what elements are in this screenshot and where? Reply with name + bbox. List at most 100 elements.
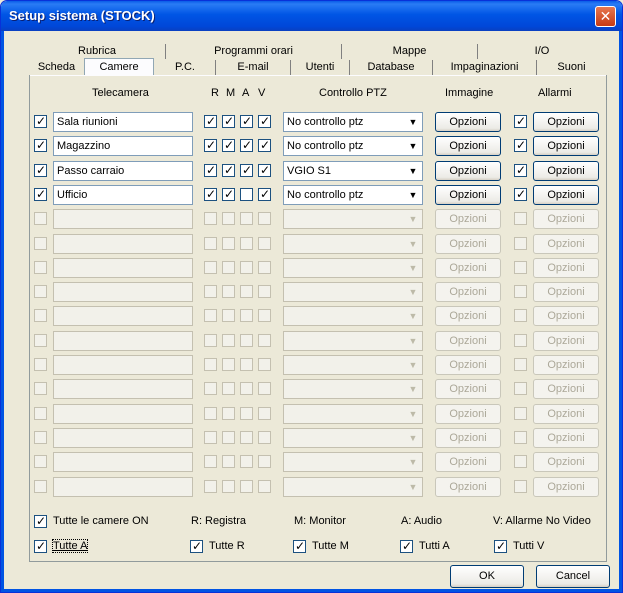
- tab-impaginazioni[interactable]: Impaginazioni: [433, 59, 536, 76]
- camera-m-checkbox[interactable]: [222, 261, 235, 274]
- tab-email[interactable]: E-mail: [216, 59, 290, 76]
- camera-name-input[interactable]: Ufficio: [53, 185, 193, 205]
- camera-name-input[interactable]: [53, 404, 193, 424]
- camera-enable-checkbox[interactable]: ✓: [34, 163, 47, 177]
- camera-enable-checkbox[interactable]: [34, 261, 47, 274]
- image-options-button[interactable]: Opzioni: [435, 355, 501, 375]
- camera-a-checkbox[interactable]: [240, 455, 253, 468]
- image-options-button[interactable]: Opzioni: [435, 258, 501, 278]
- camera-v-checkbox[interactable]: [258, 212, 271, 225]
- camera-v-checkbox[interactable]: [258, 309, 271, 322]
- camera-a-checkbox[interactable]: [240, 285, 253, 298]
- camera-enable-checkbox[interactable]: ✓: [34, 114, 47, 128]
- ptz-select[interactable]: No controllo ptz ▼: [283, 185, 423, 205]
- camera-r-checkbox[interactable]: [204, 455, 217, 468]
- close-icon[interactable]: ✕: [595, 6, 616, 27]
- alarm-checkbox[interactable]: ✓: [514, 138, 527, 152]
- image-options-button[interactable]: Opzioni: [435, 379, 501, 399]
- all-a-checkbox[interactable]: ✓: [34, 539, 47, 553]
- image-options-button[interactable]: Opzioni: [435, 282, 501, 302]
- camera-a-checkbox[interactable]: [240, 358, 253, 371]
- alarm-options-button[interactable]: Opzioni: [533, 379, 599, 399]
- camera-name-input[interactable]: [53, 452, 193, 472]
- camera-name-input[interactable]: [53, 258, 193, 278]
- camera-a-checkbox[interactable]: [240, 309, 253, 322]
- alarm-checkbox[interactable]: [514, 480, 527, 493]
- camera-m-checkbox[interactable]: [222, 237, 235, 250]
- alarm-options-button[interactable]: Opzioni: [533, 161, 599, 181]
- camera-v-checkbox[interactable]: ✓: [258, 163, 271, 177]
- camera-r-checkbox[interactable]: ✓: [204, 138, 217, 152]
- ptz-select[interactable]: ▼: [283, 331, 423, 351]
- alarm-checkbox[interactable]: [514, 261, 527, 274]
- tab-pc[interactable]: P.C.: [155, 59, 215, 76]
- camera-name-input[interactable]: Passo carraio: [53, 161, 193, 181]
- image-options-button[interactable]: Opzioni: [435, 428, 501, 448]
- camera-r-checkbox[interactable]: [204, 285, 217, 298]
- alarm-options-button[interactable]: Opzioni: [533, 452, 599, 472]
- camera-name-input[interactable]: [53, 428, 193, 448]
- camera-name-input[interactable]: [53, 355, 193, 375]
- camera-v-checkbox[interactable]: [258, 480, 271, 493]
- alarm-checkbox[interactable]: [514, 212, 527, 225]
- camera-r-checkbox[interactable]: ✓: [204, 114, 217, 128]
- image-options-button[interactable]: Opzioni: [435, 185, 501, 205]
- all-m-checkbox[interactable]: ✓: [293, 539, 306, 553]
- ptz-select[interactable]: ▼: [283, 234, 423, 254]
- alarm-checkbox[interactable]: ✓: [514, 114, 527, 128]
- image-options-button[interactable]: Opzioni: [435, 404, 501, 424]
- image-options-button[interactable]: Opzioni: [435, 209, 501, 229]
- alarm-checkbox[interactable]: [514, 431, 527, 444]
- image-options-button[interactable]: Opzioni: [435, 477, 501, 497]
- ptz-select[interactable]: ▼: [283, 282, 423, 302]
- camera-enable-checkbox[interactable]: [34, 334, 47, 347]
- ok-button[interactable]: OK: [450, 565, 524, 588]
- alarm-options-button[interactable]: Opzioni: [533, 185, 599, 205]
- tab-utenti[interactable]: Utenti: [291, 59, 349, 76]
- alarm-checkbox[interactable]: [514, 455, 527, 468]
- alarm-options-button[interactable]: Opzioni: [533, 282, 599, 302]
- title-bar[interactable]: Setup sistema (STOCK) ✕: [1, 1, 622, 31]
- camera-r-checkbox[interactable]: [204, 382, 217, 395]
- image-options-button[interactable]: Opzioni: [435, 234, 501, 254]
- ptz-select[interactable]: No controllo ptz ▼: [283, 112, 423, 132]
- alarm-options-button[interactable]: Opzioni: [533, 112, 599, 132]
- camera-m-checkbox[interactable]: [222, 455, 235, 468]
- camera-enable-checkbox[interactable]: ✓: [34, 138, 47, 152]
- alarm-options-button[interactable]: Opzioni: [533, 355, 599, 375]
- camera-enable-checkbox[interactable]: [34, 431, 47, 444]
- all-cameras-on-checkbox[interactable]: ✓: [34, 514, 47, 528]
- camera-a-checkbox[interactable]: [240, 334, 253, 347]
- camera-m-checkbox[interactable]: [222, 358, 235, 371]
- image-options-button[interactable]: Opzioni: [435, 452, 501, 472]
- ptz-select[interactable]: VGIO S1 ▼: [283, 161, 423, 181]
- camera-a-checkbox[interactable]: [240, 382, 253, 395]
- alarm-checkbox[interactable]: [514, 407, 527, 420]
- ptz-select[interactable]: No controllo ptz ▼: [283, 136, 423, 156]
- ptz-select[interactable]: ▼: [283, 258, 423, 278]
- all-r-checkbox[interactable]: ✓: [190, 539, 203, 553]
- camera-name-input[interactable]: [53, 331, 193, 351]
- tab-scheda[interactable]: Scheda: [29, 59, 84, 76]
- camera-m-checkbox[interactable]: [222, 334, 235, 347]
- camera-enable-checkbox[interactable]: [34, 237, 47, 250]
- camera-name-input[interactable]: [53, 209, 193, 229]
- camera-r-checkbox[interactable]: ✓: [204, 187, 217, 201]
- camera-m-checkbox[interactable]: [222, 480, 235, 493]
- camera-name-input[interactable]: Sala riunioni: [53, 112, 193, 132]
- camera-v-checkbox[interactable]: [258, 334, 271, 347]
- alarm-checkbox[interactable]: [514, 285, 527, 298]
- camera-r-checkbox[interactable]: [204, 212, 217, 225]
- alarm-checkbox[interactable]: [514, 334, 527, 347]
- cancel-button[interactable]: Cancel: [536, 565, 610, 588]
- camera-v-checkbox[interactable]: [258, 358, 271, 371]
- camera-name-input[interactable]: [53, 306, 193, 326]
- camera-r-checkbox[interactable]: [204, 309, 217, 322]
- camera-name-input[interactable]: Magazzino: [53, 136, 193, 156]
- alarm-checkbox[interactable]: [514, 237, 527, 250]
- ptz-select[interactable]: ▼: [283, 452, 423, 472]
- alarm-checkbox[interactable]: ✓: [514, 187, 527, 201]
- camera-name-input[interactable]: [53, 234, 193, 254]
- camera-a-checkbox[interactable]: ✓: [240, 114, 253, 128]
- camera-m-checkbox[interactable]: [222, 382, 235, 395]
